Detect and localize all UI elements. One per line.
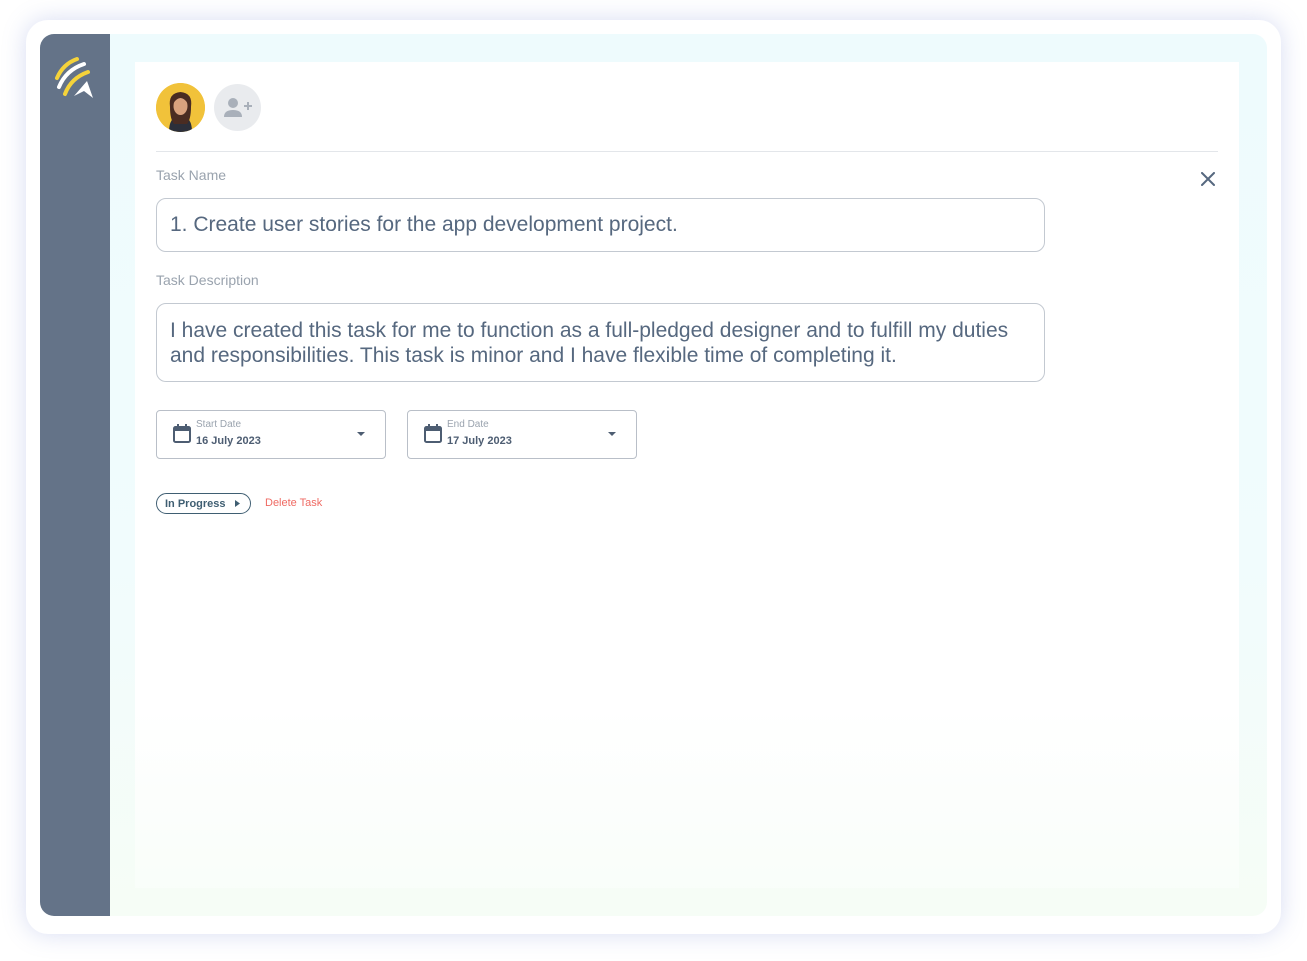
app-logo-icon[interactable]	[53, 56, 97, 100]
chevron-down-icon	[357, 432, 365, 436]
end-date-value: 17 July 2023	[447, 435, 512, 447]
task-name-field[interactable]: 1. Create user stories for the app devel…	[156, 198, 1045, 252]
close-button[interactable]	[1197, 168, 1219, 190]
app-background: Task Name 1. Create user stories for the…	[40, 34, 1267, 916]
assignee-avatar[interactable]	[156, 83, 205, 132]
end-date-picker[interactable]: End Date 17 July 2023	[407, 410, 637, 459]
end-date-label: End Date	[447, 419, 489, 430]
task-name-label: Task Name	[156, 167, 227, 183]
add-user-icon	[223, 97, 252, 117]
task-description-label: Task Description	[156, 272, 259, 288]
add-user-button[interactable]	[214, 84, 261, 131]
app-window: Task Name 1. Create user stories for the…	[26, 20, 1281, 934]
status-label: In Progress	[165, 497, 226, 510]
start-date-label: Start Date	[196, 419, 242, 430]
caret-right-icon	[234, 500, 240, 507]
start-date-picker[interactable]: Start Date 16 July 2023	[156, 410, 386, 459]
task-detail-panel: Task Name 1. Create user stories for the…	[135, 62, 1239, 888]
chevron-down-icon	[608, 432, 616, 436]
delete-task-button[interactable]: Delete Task	[265, 497, 322, 509]
sidebar	[40, 34, 110, 916]
close-icon	[1201, 172, 1215, 186]
divider	[156, 151, 1218, 152]
status-badge[interactable]: In Progress	[156, 493, 251, 514]
start-date-value: 16 July 2023	[196, 435, 261, 447]
calendar-icon	[173, 424, 191, 443]
task-description-field[interactable]: I have created this task for me to funct…	[156, 303, 1045, 382]
calendar-icon	[424, 424, 442, 443]
user-avatar-photo-icon	[156, 83, 205, 132]
